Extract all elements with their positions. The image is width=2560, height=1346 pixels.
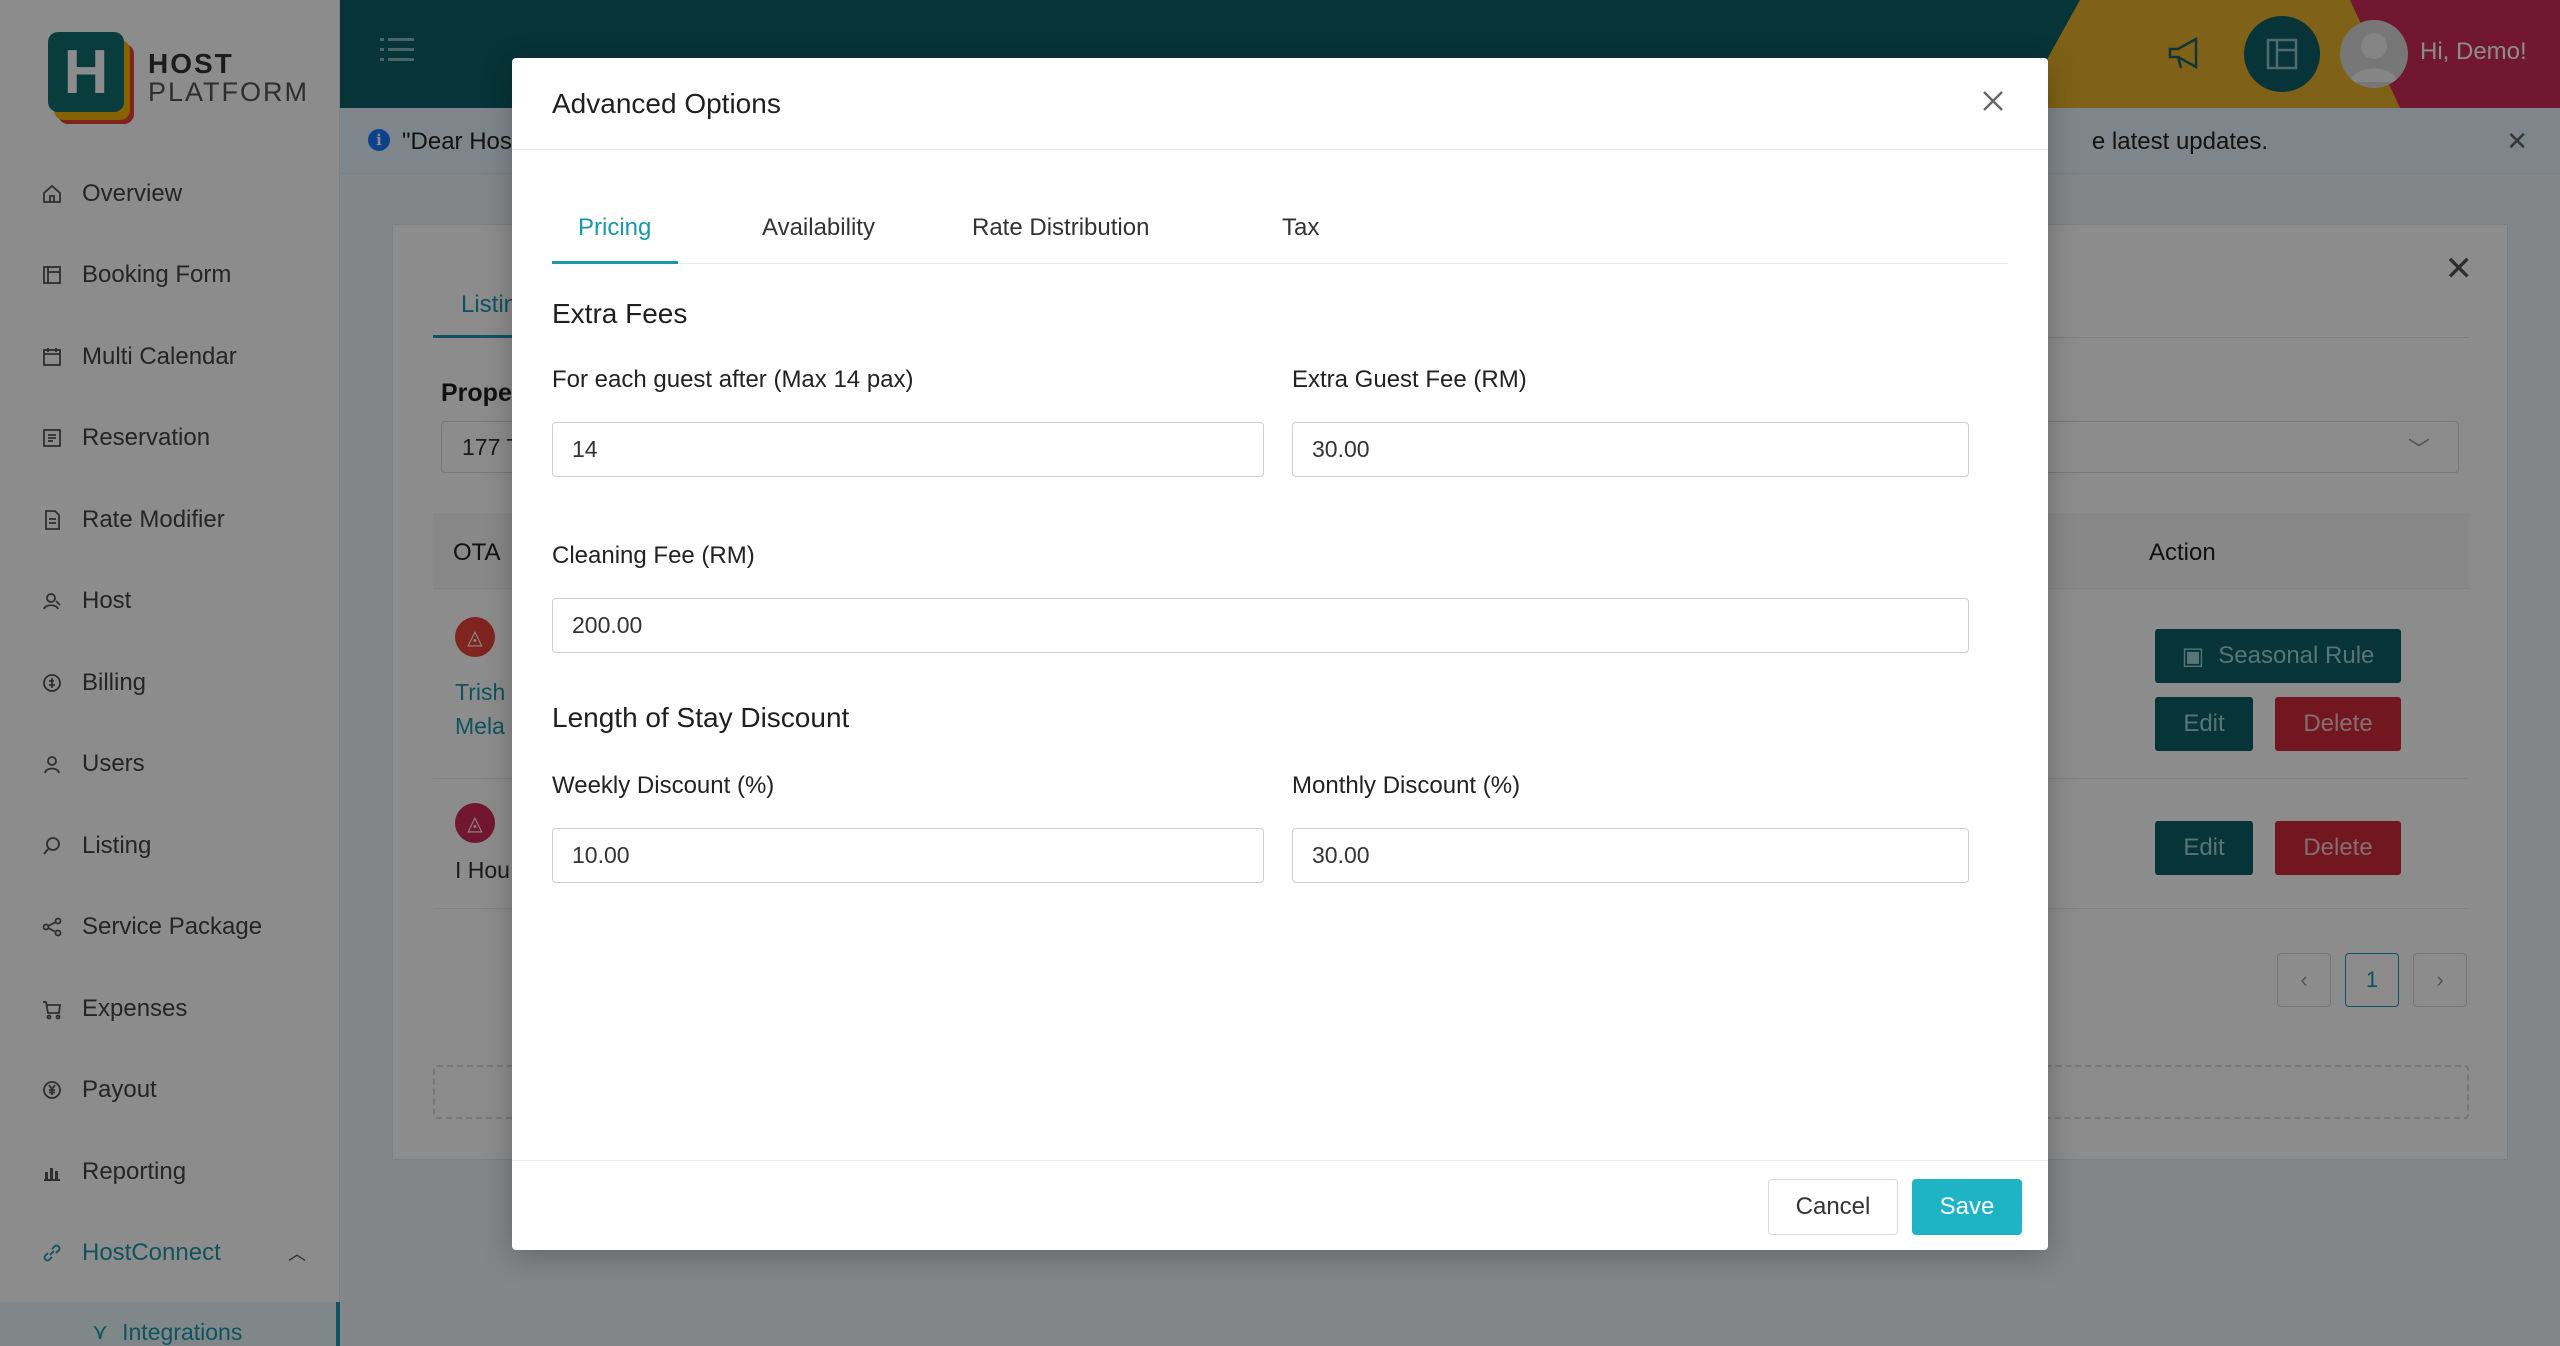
cancel-button[interactable]: Cancel bbox=[1768, 1179, 1898, 1235]
modal-tabs: Pricing Availability Rate Distribution T… bbox=[552, 204, 2008, 264]
tab-rate-distribution[interactable]: Rate Distribution bbox=[972, 214, 1149, 242]
extra-guest-fee-input[interactable] bbox=[1292, 422, 1969, 477]
modal-title: Advanced Options bbox=[552, 88, 781, 119]
weekly-discount-label: Weekly Discount (%) bbox=[552, 772, 775, 799]
guest-after-label: For each guest after (Max 14 pax) bbox=[552, 366, 914, 393]
extra-guest-fee-label: Extra Guest Fee (RM) bbox=[1292, 366, 1527, 393]
section-title-extra-fees: Extra Fees bbox=[552, 298, 688, 329]
active-tab-indicator bbox=[552, 261, 678, 264]
cleaning-fee-input[interactable] bbox=[552, 598, 1969, 653]
save-button[interactable]: Save bbox=[1912, 1179, 2022, 1235]
advanced-options-modal: Advanced Options Pricing Availability Ra… bbox=[512, 58, 2048, 1250]
weekly-discount-input[interactable] bbox=[552, 828, 1264, 883]
modal-footer: Cancel Save bbox=[512, 1160, 2048, 1250]
tab-pricing[interactable]: Pricing bbox=[578, 214, 651, 242]
modal-header: Advanced Options bbox=[512, 58, 2048, 150]
monthly-discount-input[interactable] bbox=[1292, 828, 1969, 883]
tab-availability[interactable]: Availability bbox=[762, 214, 875, 242]
close-icon[interactable] bbox=[1978, 86, 2008, 116]
monthly-discount-label: Monthly Discount (%) bbox=[1292, 772, 1521, 799]
tab-tax[interactable]: Tax bbox=[1282, 214, 1319, 242]
section-title-length-of-stay: Length of Stay Discount bbox=[552, 702, 850, 733]
cleaning-fee-label: Cleaning Fee (RM) bbox=[552, 542, 755, 569]
guest-after-input[interactable] bbox=[552, 422, 1264, 477]
